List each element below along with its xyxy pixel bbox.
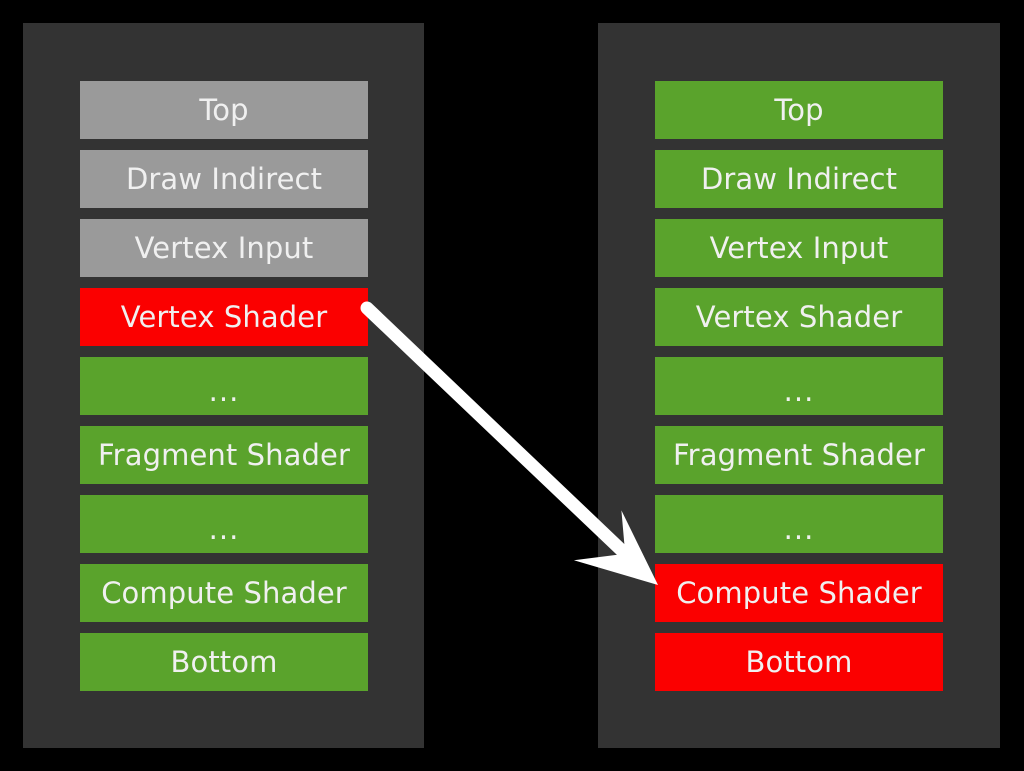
stage-box-label: Vertex Input bbox=[709, 230, 889, 265]
stage-box-label: Compute Shader bbox=[676, 575, 922, 610]
stage-box-label: Fragment Shader bbox=[673, 437, 925, 472]
stage-box-before-6[interactable]: ... bbox=[80, 495, 368, 553]
stage-box-before-2[interactable]: Vertex Input bbox=[80, 219, 368, 277]
stage-box-label: ... bbox=[208, 511, 240, 546]
stage-box-label: Draw Indirect bbox=[125, 161, 323, 196]
stage-box-label: Top bbox=[774, 92, 824, 127]
stage-box-label: Compute Shader bbox=[101, 575, 347, 610]
stage-box-label: ... bbox=[208, 373, 240, 408]
stage-box-label: Vertex Shader bbox=[120, 299, 328, 334]
stage-box-label: Vertex Input bbox=[134, 230, 314, 265]
stage-box-before-4[interactable]: ... bbox=[80, 357, 368, 415]
stage-box-before-3[interactable]: Vertex Shader bbox=[80, 288, 368, 346]
diagram-canvas: Top Draw Indirect Vertex Input Vertex Shade… bbox=[0, 0, 1024, 771]
stage-box-after-1[interactable]: Draw Indirect bbox=[655, 150, 943, 208]
stage-box-after-0[interactable]: Top bbox=[655, 81, 943, 139]
stage-box-before-8[interactable]: Bottom bbox=[80, 633, 368, 691]
stage-box-after-8[interactable]: Bottom bbox=[655, 633, 943, 691]
stage-box-label: Bottom bbox=[745, 644, 853, 679]
stage-box-label: Draw Indirect bbox=[700, 161, 898, 196]
stage-box-after-2[interactable]: Vertex Input bbox=[655, 219, 943, 277]
stage-box-before-7[interactable]: Compute Shader bbox=[80, 564, 368, 622]
stage-box-label: ... bbox=[783, 373, 815, 408]
stage-box-after-5[interactable]: Fragment Shader bbox=[655, 426, 943, 484]
stage-box-after-3[interactable]: Vertex Shader bbox=[655, 288, 943, 346]
stage-box-before-1[interactable]: Draw Indirect bbox=[80, 150, 368, 208]
stage-box-after-7[interactable]: Compute Shader bbox=[655, 564, 943, 622]
stage-box-before-0[interactable]: Top bbox=[80, 81, 368, 139]
stage-box-after-4[interactable]: ... bbox=[655, 357, 943, 415]
stage-box-before-5[interactable]: Fragment Shader bbox=[80, 426, 368, 484]
stage-box-label: Vertex Shader bbox=[695, 299, 903, 334]
stage-box-label: Fragment Shader bbox=[98, 437, 350, 472]
stage-box-after-6[interactable]: ... bbox=[655, 495, 943, 553]
stage-box-label: ... bbox=[783, 511, 815, 546]
stage-box-label: Top bbox=[199, 92, 249, 127]
stage-box-label: Bottom bbox=[170, 644, 278, 679]
